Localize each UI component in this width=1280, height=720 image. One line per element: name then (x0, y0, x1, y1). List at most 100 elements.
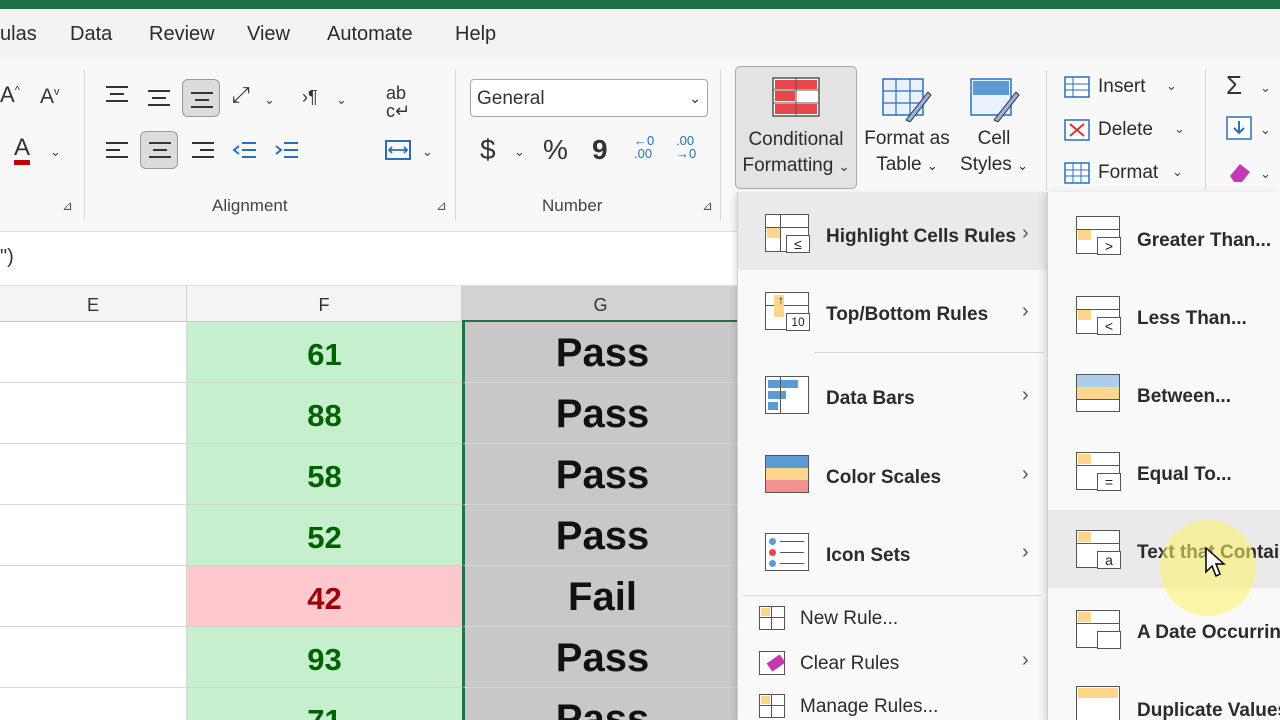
increase-decimal-icon[interactable]: ←0 .00 (634, 134, 664, 160)
wrap-text-icon[interactable]: ab c↵ (386, 84, 410, 120)
clear-icon[interactable] (1226, 160, 1252, 184)
chevron-down-icon[interactable]: ⌄ (1260, 80, 1271, 96)
chevron-down-icon[interactable]: ⌄ (422, 144, 433, 160)
menu-item-highlight-cells-rules[interactable]: ≤ Highlight Cells Rules › (738, 192, 1047, 270)
cell-styles-button[interactable]: Cell Styles ⌄ (954, 66, 1034, 189)
tab-help[interactable]: Help (455, 23, 496, 46)
alignment-dialog-launcher-icon[interactable]: ⊿ (436, 198, 447, 214)
cell-result[interactable]: Pass (462, 322, 740, 383)
chevron-down-icon[interactable]: ⌄ (264, 92, 275, 108)
menu-item-icon-sets[interactable]: Icon Sets › (738, 515, 1047, 593)
menu-item-new-rule[interactable]: New Rule... (738, 598, 1047, 638)
submenu-item-date-occurring[interactable]: A Date Occurring... (1048, 590, 1280, 668)
menu-item-top-bottom-rules[interactable]: ↑ 10 Top/Bottom Rules › (738, 274, 1047, 352)
tab-automate[interactable]: Automate (327, 23, 413, 46)
tab-review[interactable]: Review (149, 23, 215, 46)
increase-font-icon[interactable]: A^ (0, 84, 20, 106)
delete-button[interactable]: Delete ⌄ (1064, 117, 1194, 145)
chevron-down-icon[interactable]: ⌄ (1260, 122, 1271, 138)
fill-icon[interactable] (1226, 116, 1252, 140)
decrease-decimal-icon[interactable]: .00 →0 (676, 134, 706, 160)
duplicate-values-label: Duplicate Values... (1137, 700, 1280, 720)
alignment-group-label: Alignment (212, 196, 288, 215)
cell-result[interactable]: Pass (462, 688, 740, 720)
chevron-down-icon: ⌄ (689, 90, 701, 106)
tab-formulas[interactable]: ulas (0, 23, 37, 46)
align-right-icon[interactable] (190, 140, 216, 162)
cf-label-line2: Formatting (742, 155, 834, 176)
align-bottom-icon (191, 92, 213, 108)
increase-indent-icon[interactable] (274, 140, 300, 162)
cell-result[interactable]: Pass (462, 627, 740, 688)
font-dialog-launcher-icon[interactable]: ⊿ (62, 198, 73, 214)
equal-to-label: Equal To... (1137, 464, 1232, 485)
cell-e[interactable] (0, 505, 187, 566)
comma-style-icon[interactable]: 9 (592, 136, 608, 164)
tab-view[interactable]: View (247, 23, 290, 46)
insert-button[interactable]: Insert ⌄ (1064, 74, 1194, 102)
align-left-icon[interactable] (104, 140, 130, 162)
cell-score[interactable]: 93 (187, 627, 462, 688)
currency-icon[interactable]: $ (480, 136, 496, 164)
submenu-item-less-than[interactable]: < Less Than... (1048, 274, 1280, 352)
submenu-item-greater-than[interactable]: > Greater Than... (1048, 192, 1280, 270)
cell-e[interactable] (0, 322, 187, 383)
chevron-right-icon: › (1022, 384, 1029, 406)
decrease-font-icon[interactable]: Av (40, 86, 60, 107)
submenu-item-equal-to[interactable]: = Equal To... (1048, 432, 1280, 510)
column-header-e[interactable]: E (0, 286, 187, 322)
percent-icon[interactable]: % (543, 136, 568, 164)
autosum-icon[interactable]: Σ (1226, 72, 1242, 98)
submenu-item-between[interactable]: Between... (1048, 354, 1280, 432)
format-label: Format (1098, 162, 1159, 183)
orientation-icon[interactable]: ⤢ (232, 84, 250, 106)
chevron-down-icon[interactable]: ⌄ (1260, 166, 1271, 182)
cell-e[interactable] (0, 383, 187, 444)
format-button[interactable]: Format ⌄ (1064, 160, 1194, 188)
cell-score[interactable]: 42 (187, 566, 462, 627)
align-center-button[interactable] (140, 131, 178, 169)
group-divider (84, 70, 85, 220)
tab-data[interactable]: Data (70, 23, 112, 46)
align-top-icon[interactable] (104, 84, 130, 106)
menu-item-data-bars[interactable]: Data Bars › (738, 358, 1047, 436)
column-headers: E F G (0, 286, 740, 322)
column-header-f[interactable]: F (187, 286, 462, 322)
formula-bar[interactable]: ") (0, 232, 740, 286)
submenu-item-duplicate-values[interactable]: Duplicate Values... (1048, 670, 1280, 720)
menu-item-manage-rules[interactable]: Manage Rules... (738, 688, 1047, 720)
cell-e[interactable] (0, 566, 187, 627)
cell-result[interactable]: Fail (462, 566, 740, 627)
number-format-dropdown[interactable]: General ⌄ (470, 79, 708, 117)
cell-score[interactable]: 88 (187, 383, 462, 444)
menu-item-clear-rules[interactable]: Clear Rules › (738, 643, 1047, 683)
column-header-g[interactable]: G (462, 286, 740, 322)
conditional-formatting-button[interactable]: Conditional Formatting ⌄ (735, 66, 857, 189)
cell-styles-icon (970, 78, 1020, 122)
decrease-indent-icon[interactable] (232, 140, 258, 162)
number-dialog-launcher-icon[interactable]: ⊿ (702, 198, 713, 214)
cell-e[interactable] (0, 444, 187, 505)
paragraph-direction-icon[interactable]: ›¶ (302, 88, 318, 106)
chevron-down-icon[interactable]: ⌄ (336, 92, 347, 108)
font-color-icon[interactable]: A (14, 136, 31, 165)
cell-e[interactable] (0, 688, 187, 720)
menu-item-color-scales[interactable]: Color Scales › (738, 437, 1047, 515)
cell-score[interactable]: 71 (187, 688, 462, 720)
chevron-down-icon[interactable]: ⌄ (50, 144, 61, 160)
chevron-right-icon: › (1022, 222, 1029, 244)
top-bottom-rules-label: Top/Bottom Rules (826, 304, 989, 325)
cell-score[interactable]: 58 (187, 444, 462, 505)
cell-result[interactable]: Pass (462, 383, 740, 444)
cell-score[interactable]: 52 (187, 505, 462, 566)
merge-center-icon[interactable] (384, 138, 412, 162)
format-as-table-button[interactable]: Format as Table ⌄ (862, 66, 952, 189)
cell-result[interactable]: Pass (462, 444, 740, 505)
conditional-formatting-label: Conditional Formatting ⌄ (736, 127, 856, 180)
chevron-down-icon[interactable]: ⌄ (514, 144, 525, 160)
cell-e[interactable] (0, 627, 187, 688)
cell-result[interactable]: Pass (462, 505, 740, 566)
cell-score[interactable]: 61 (187, 322, 462, 383)
align-bottom-button[interactable] (182, 79, 220, 117)
align-middle-icon[interactable] (146, 88, 172, 110)
